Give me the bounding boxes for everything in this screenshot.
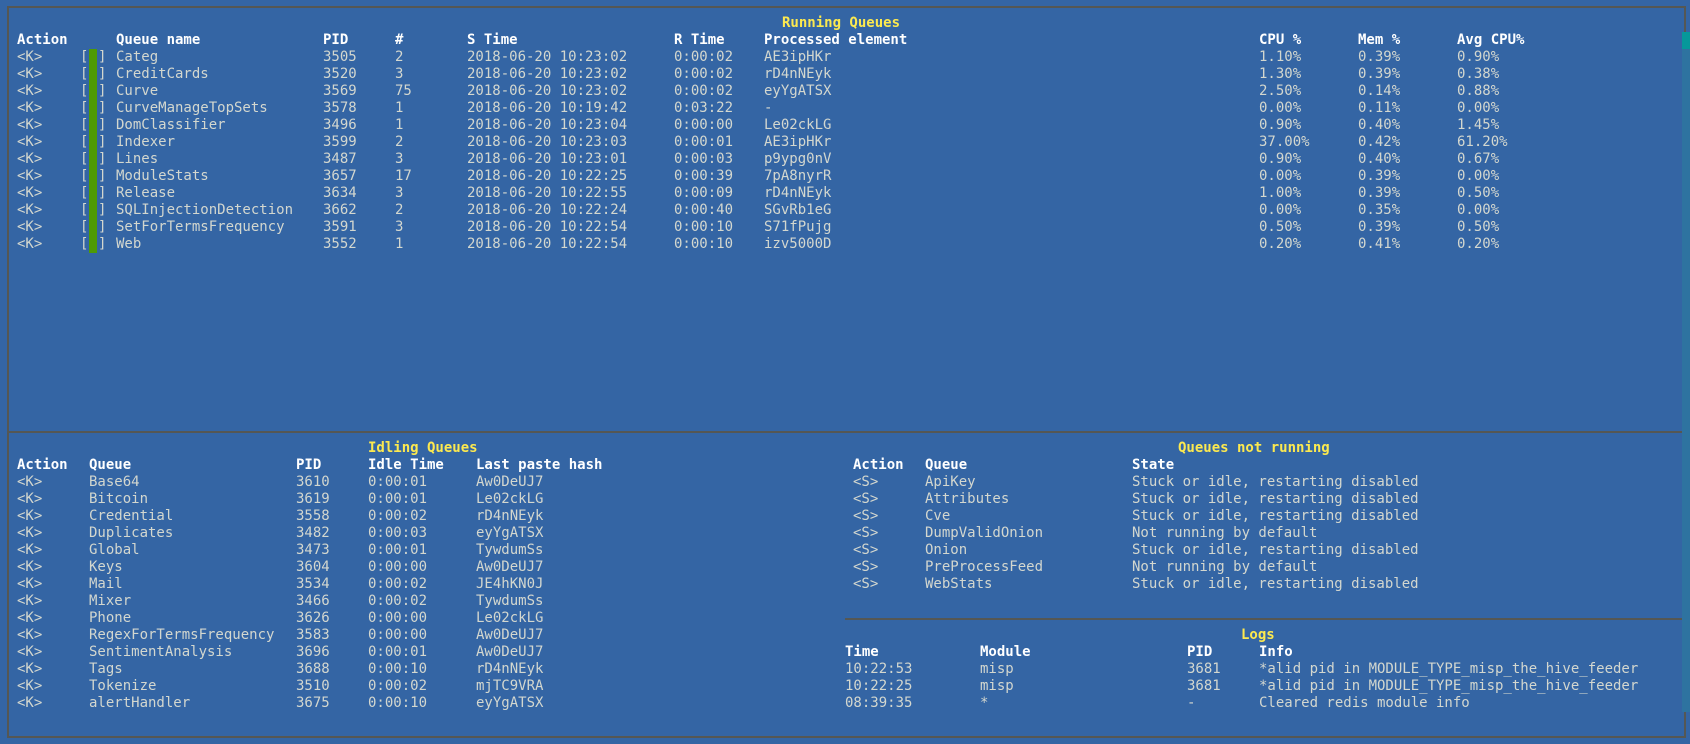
- log-module: misp: [980, 661, 1014, 677]
- log-info: *alid pid in MODULE_TYPE_misp_the_hive_f…: [1259, 678, 1639, 694]
- scrollbar-thumb[interactable]: [1682, 32, 1690, 49]
- col-pid: PID: [1187, 644, 1213, 660]
- logs-panel: Logs Time Module PID Info 10:22:53 misp 36…: [0, 0, 1680, 744]
- log-pid: 3681: [1187, 678, 1221, 694]
- table-row: 10:22:53 misp 3681 *alid pid in MODULE_TYPE…: [0, 661, 1680, 678]
- log-info: Cleared redis module info: [1259, 695, 1470, 711]
- log-info: *alid pid in MODULE_TYPE_misp_the_hive_f…: [1259, 661, 1639, 677]
- col-info: Info: [1259, 644, 1293, 660]
- logs-title: Logs: [1241, 627, 1275, 643]
- log-time: 08:39:35: [845, 695, 913, 711]
- logs-header-row: Time Module PID Info: [0, 644, 1680, 661]
- scrollbar[interactable]: [1682, 32, 1690, 712]
- table-row: 10:22:25 misp 3681 *alid pid in MODULE_TYPE…: [0, 678, 1680, 695]
- col-time: Time: [845, 644, 879, 660]
- col-module: Module: [980, 644, 1031, 660]
- log-pid: -: [1187, 695, 1196, 711]
- log-time: 10:22:25: [845, 678, 913, 694]
- log-pid: 3681: [1187, 661, 1221, 677]
- log-module: *: [980, 695, 989, 711]
- table-row: 08:39:35 * - Cleared redis module info: [0, 695, 1680, 712]
- log-time: 10:22:53: [845, 661, 913, 677]
- log-module: misp: [980, 678, 1014, 694]
